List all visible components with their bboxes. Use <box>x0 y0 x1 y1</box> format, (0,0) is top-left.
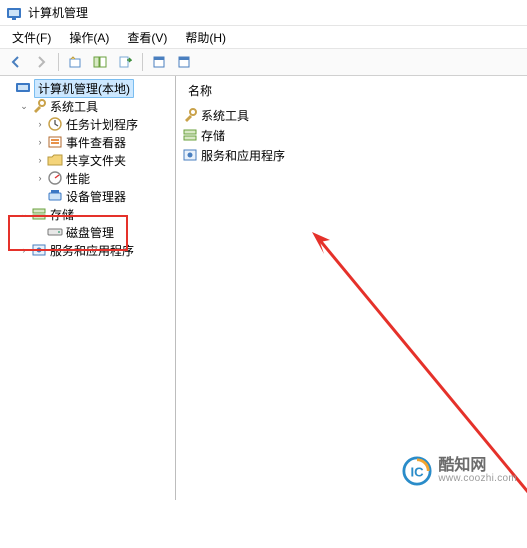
svg-text:IC: IC <box>411 465 425 480</box>
tree-label: 共享文件夹 <box>66 152 126 169</box>
watermark-cn: 酷知网 <box>438 458 517 474</box>
tree-services-apps[interactable]: › 服务和应用程序 <box>16 241 175 259</box>
list-label: 系统工具 <box>201 107 249 124</box>
services-icon <box>31 242 47 258</box>
collapse-icon[interactable]: ⌄ <box>18 208 30 220</box>
tree-label: 存储 <box>50 206 74 223</box>
list-item-storage[interactable]: 存储 <box>182 125 521 145</box>
expand-icon[interactable]: › <box>34 172 46 184</box>
list-label: 存储 <box>201 127 225 144</box>
window-titlebar: 计算机管理 <box>0 0 527 26</box>
tree-root[interactable]: ▾ 计算机管理(本地) <box>0 79 175 97</box>
tree-shared-folders[interactable]: › 共享文件夹 <box>32 151 175 169</box>
back-button[interactable] <box>4 51 28 73</box>
tree-disk-management[interactable]: › 磁盘管理 <box>32 223 175 241</box>
services-icon <box>182 147 198 163</box>
watermark: IC 酷知网 www.coozhi.com <box>402 456 517 486</box>
toolbar-separator <box>142 53 143 71</box>
content-area: ▾ 计算机管理(本地) ⌄ 系统工具 <box>0 76 527 500</box>
properties-button[interactable] <box>147 51 171 73</box>
device-icon <box>47 188 63 204</box>
tree-label: 服务和应用程序 <box>50 242 134 259</box>
tree-label: 系统工具 <box>50 98 98 115</box>
computer-icon <box>15 80 31 96</box>
menu-help[interactable]: 帮助(H) <box>177 27 234 48</box>
tree-system-tools[interactable]: ⌄ 系统工具 <box>16 97 175 115</box>
window-title: 计算机管理 <box>28 4 88 21</box>
tree-storage[interactable]: ⌄ 存储 <box>16 205 175 223</box>
watermark-en: www.coozhi.com <box>438 474 517 484</box>
detail-pane: 名称 系统工具 存储 服务和应用程序 <box>176 76 527 500</box>
tree-performance[interactable]: › 性能 <box>32 169 175 187</box>
tools-icon <box>182 107 198 123</box>
list-label: 服务和应用程序 <box>201 147 285 164</box>
expand-icon[interactable]: › <box>34 118 46 130</box>
tools-icon <box>31 98 47 114</box>
list-item-system-tools[interactable]: 系统工具 <box>182 105 521 125</box>
tree-pane: ▾ 计算机管理(本地) ⌄ 系统工具 <box>0 76 176 500</box>
list-item-services-apps[interactable]: 服务和应用程序 <box>182 145 521 165</box>
tree-event-viewer[interactable]: › 事件查看器 <box>32 133 175 151</box>
tree-task-scheduler[interactable]: › 任务计划程序 <box>32 115 175 133</box>
expand-icon[interactable]: › <box>34 154 46 166</box>
menubar: 文件(F) 操作(A) 查看(V) 帮助(H) <box>0 26 527 48</box>
annotation-arrow <box>306 228 527 548</box>
tree-label: 设备管理器 <box>66 188 126 205</box>
tree-label: 磁盘管理 <box>66 224 114 241</box>
folder-share-icon <box>47 152 63 168</box>
menu-file[interactable]: 文件(F) <box>4 27 59 48</box>
disk-icon <box>47 224 63 240</box>
expand-icon[interactable]: › <box>18 244 30 256</box>
help-button[interactable] <box>172 51 196 73</box>
expand-icon[interactable]: › <box>34 136 46 148</box>
storage-icon <box>182 127 198 143</box>
clock-icon <box>47 116 63 132</box>
tree-device-manager[interactable]: › 设备管理器 <box>32 187 175 205</box>
show-hide-tree-button[interactable] <box>88 51 112 73</box>
menu-view[interactable]: 查看(V) <box>119 27 175 48</box>
forward-button[interactable] <box>29 51 53 73</box>
menu-action[interactable]: 操作(A) <box>61 27 117 48</box>
storage-icon <box>31 206 47 222</box>
watermark-logo-icon: IC <box>402 456 432 486</box>
event-icon <box>47 134 63 150</box>
tree-root-label: 计算机管理(本地) <box>34 79 134 98</box>
tree-label: 任务计划程序 <box>66 116 138 133</box>
tree-label: 事件查看器 <box>66 134 126 151</box>
toolbar-separator <box>58 53 59 71</box>
up-button[interactable] <box>63 51 87 73</box>
collapse-icon[interactable]: ⌄ <box>18 100 30 112</box>
app-icon <box>6 5 22 21</box>
toolbar <box>0 48 527 76</box>
tree-label: 性能 <box>66 170 90 187</box>
column-header-name[interactable]: 名称 <box>182 80 521 105</box>
performance-icon <box>47 170 63 186</box>
export-button[interactable] <box>113 51 137 73</box>
